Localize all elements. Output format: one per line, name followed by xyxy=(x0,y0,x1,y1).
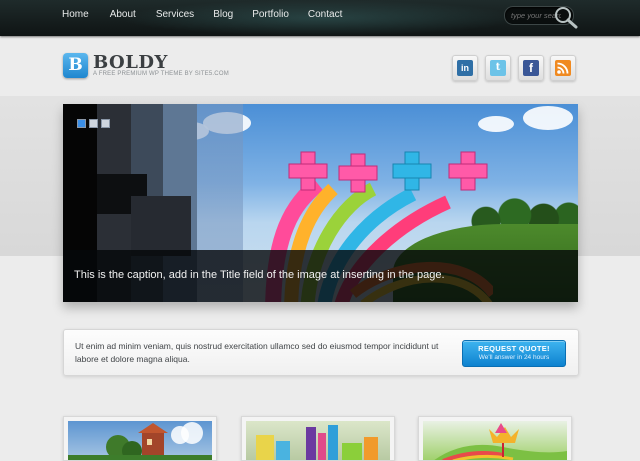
thumbnail-image xyxy=(423,421,567,460)
portfolio-thumbnail[interactable] xyxy=(241,416,395,461)
site-title[interactable]: BOLDY xyxy=(93,52,168,73)
slider-dot[interactable] xyxy=(101,119,110,128)
portfolio-thumbnail[interactable] xyxy=(63,416,217,461)
request-quote-button[interactable]: REQUEST QUOTE! We'll answer in 24 hours xyxy=(462,340,566,367)
slider-pagination xyxy=(77,119,110,128)
request-quote-label: REQUEST QUOTE! xyxy=(478,344,550,353)
rss-icon xyxy=(555,60,571,76)
nav-item-contact[interactable]: Contact xyxy=(308,9,342,21)
slider-dot[interactable] xyxy=(89,119,98,128)
facebook-button[interactable]: f xyxy=(518,55,544,81)
facebook-icon: f xyxy=(523,60,539,76)
nav-item-portfolio[interactable]: Portfolio xyxy=(252,9,289,21)
quote-callout: Ut enim ad minim veniam, quis nostrud ex… xyxy=(63,329,579,376)
linkedin-icon: in xyxy=(457,60,473,76)
logo-icon[interactable]: B xyxy=(63,53,88,78)
thumbnail-image xyxy=(246,421,390,460)
thumbnail-image xyxy=(68,421,212,460)
nav-item-about[interactable]: About xyxy=(110,9,136,21)
slide-caption: This is the caption, add in the Title fi… xyxy=(63,250,578,302)
rss-button[interactable] xyxy=(550,55,576,81)
image-slider[interactable]: This is the caption, add in the Title fi… xyxy=(63,104,578,302)
linkedin-button[interactable]: in xyxy=(452,55,478,81)
nav-item-blog[interactable]: Blog xyxy=(213,9,233,21)
twitter-button[interactable]: t xyxy=(485,55,511,81)
slider-dot[interactable] xyxy=(77,119,86,128)
slide-caption-text: This is the caption, add in the Title fi… xyxy=(74,269,445,281)
search-box xyxy=(504,6,578,29)
nav-item-home[interactable]: Home xyxy=(62,9,89,21)
search-icon[interactable] xyxy=(553,5,579,29)
twitter-icon: t xyxy=(490,60,506,76)
main-nav: Home About Services Blog Portfolio Conta… xyxy=(62,9,366,21)
callout-text: Ut enim ad minim veniam, quis nostrud ex… xyxy=(75,341,439,364)
site-tagline: A FREE PREMIUM WP THEME BY SITE5.COM xyxy=(93,71,229,77)
cloud xyxy=(523,106,573,130)
cloud xyxy=(478,116,514,132)
nav-item-services[interactable]: Services xyxy=(156,9,194,21)
request-quote-sublabel: We'll answer in 24 hours xyxy=(478,354,550,361)
dark-block xyxy=(131,196,191,256)
portfolio-thumbnail[interactable] xyxy=(418,416,572,461)
